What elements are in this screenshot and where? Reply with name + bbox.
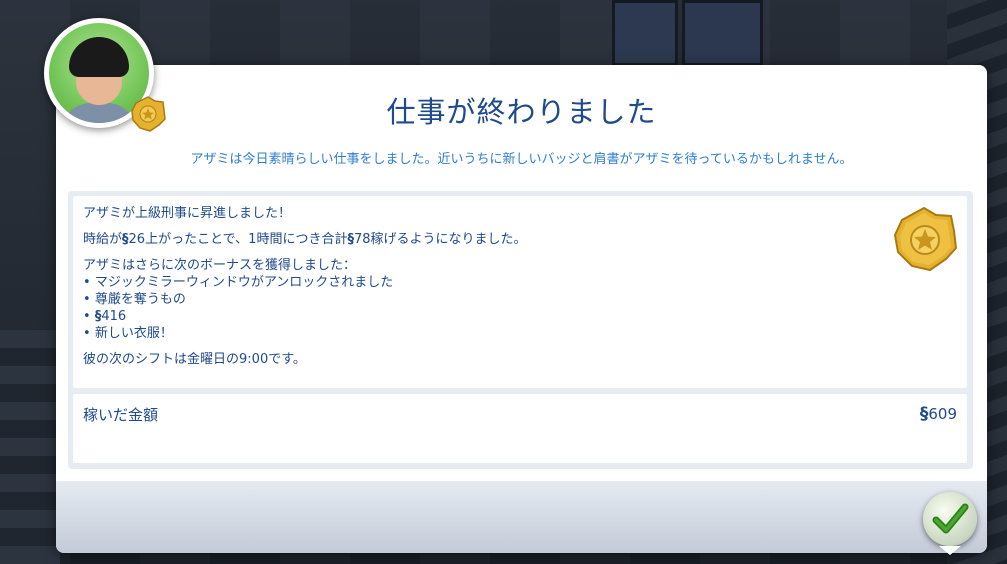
bonus-list: マジックミラーウィンドウがアンロックされました 尊厳を奪うもの §416 新しい…: [83, 274, 863, 342]
message-text: アザミが上級刑事に昇進しました！ 時給が§26上がったことで、1時間につき合計§…: [83, 205, 863, 368]
earned-label: 稼いだ金額: [83, 406, 159, 424]
dialog-subtitle: アザミは今日素晴らしい仕事をしました。近いうちに新しいバッジと肩書がアザミを待っ…: [190, 152, 853, 167]
background-window: [682, 0, 763, 66]
career-result-dialog: 仕事が終わりました アザミは今日素晴らしい仕事をしました。近いうちに新しいバッジ…: [56, 65, 987, 553]
earned-value: §609: [919, 404, 957, 424]
bonus-item: マジックミラーウィンドウがアンロックされました: [83, 274, 863, 291]
dialog-footer: [56, 481, 987, 553]
bonus-item: 新しい衣服！: [83, 325, 863, 342]
next-shift-text: 彼の次のシフトは金曜日の9:00です。: [83, 352, 306, 367]
earned-row: 稼いだ金額 §609: [73, 394, 967, 463]
confirm-pointer: [939, 546, 961, 555]
dialog-title: 仕事が終わりました: [386, 95, 657, 129]
promotion-text: アザミが上級刑事に昇進しました！: [83, 206, 292, 221]
raise-text: 時給が§26上がったことで、1時間につき合計§78稼げるようになりました。: [83, 232, 527, 247]
detective-badge-icon: [893, 206, 958, 272]
bonus-item: 尊厳を奪うもの: [83, 291, 863, 308]
message-box: アザミが上級刑事に昇進しました！ 時給が§26上がったことで、1時間につき合計§…: [73, 196, 967, 388]
bonus-intro: アザミはさらに次のボーナスを獲得しました：: [83, 258, 357, 273]
confirm-button[interactable]: [923, 492, 977, 546]
checkmark-icon: [932, 503, 969, 534]
detective-badge-icon: [131, 96, 166, 132]
background-window: [612, 0, 678, 66]
bonus-item: §416: [83, 308, 863, 325]
background-stairs: [0, 330, 60, 564]
content-panel: アザミが上級刑事に昇進しました！ 時給が§26上がったことで、1時間につき合計§…: [68, 191, 973, 469]
